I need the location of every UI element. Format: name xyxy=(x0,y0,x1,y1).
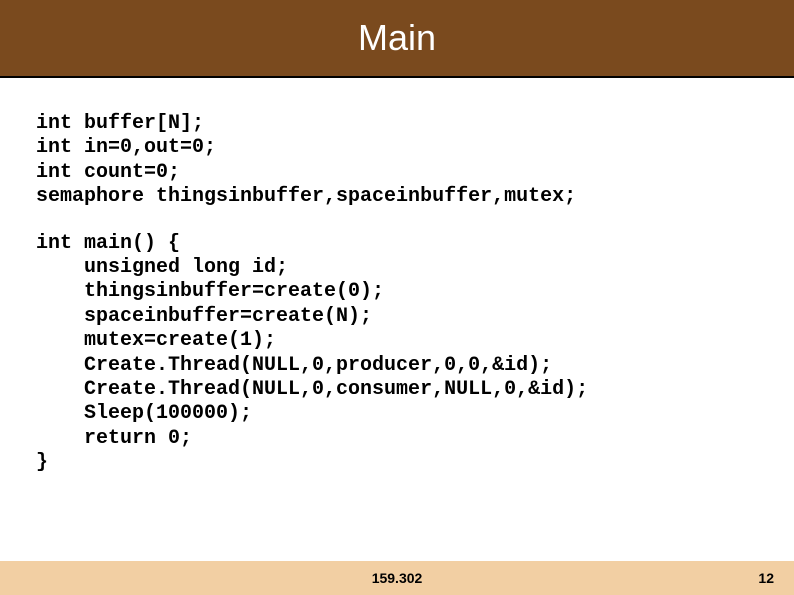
course-number: 159.302 xyxy=(372,570,423,586)
slide-content: int buffer[N]; int in=0,out=0; int count… xyxy=(0,78,794,475)
slide-header: Main xyxy=(0,0,794,78)
code-declarations: int buffer[N]; int in=0,out=0; int count… xyxy=(36,112,758,210)
slide-title: Main xyxy=(358,17,436,59)
code-main-function: int main() { unsigned long id; thingsinb… xyxy=(36,232,758,476)
page-number: 12 xyxy=(758,570,774,586)
slide-footer: 159.302 12 xyxy=(0,561,794,595)
